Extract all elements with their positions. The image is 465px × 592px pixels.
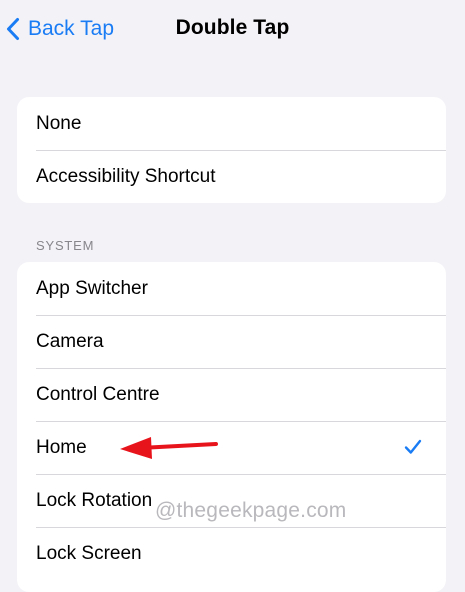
checkmark-icon <box>404 439 422 461</box>
option-lock-screen[interactable]: Lock Screen <box>17 527 446 580</box>
page-title: Double Tap <box>175 16 290 39</box>
option-label: Lock Screen <box>36 542 142 564</box>
system-options-group: App Switcher Camera Control Centre Home … <box>17 262 446 592</box>
option-app-switcher[interactable]: App Switcher <box>17 262 446 315</box>
option-label: None <box>36 112 82 134</box>
option-accessibility-shortcut[interactable]: Accessibility Shortcut <box>17 150 446 203</box>
option-label: Control Centre <box>36 383 160 405</box>
watermark: @thegeekpage.com <box>155 499 347 522</box>
option-label: Home <box>36 436 87 458</box>
option-label: App Switcher <box>36 277 148 299</box>
option-label: Camera <box>36 330 104 352</box>
red-arrow-annotation-icon <box>118 433 220 466</box>
section-header-system: SYSTEM <box>36 238 95 253</box>
option-control-centre[interactable]: Control Centre <box>17 368 446 421</box>
top-options-group: None Accessibility Shortcut <box>17 97 446 203</box>
option-home[interactable]: Home <box>17 421 446 474</box>
option-camera[interactable]: Camera <box>17 315 446 368</box>
option-label: Accessibility Shortcut <box>36 165 216 187</box>
option-none[interactable]: None <box>17 97 446 150</box>
option-label: Lock Rotation <box>36 489 153 511</box>
navigation-bar: Back Tap Double Tap <box>0 0 465 60</box>
